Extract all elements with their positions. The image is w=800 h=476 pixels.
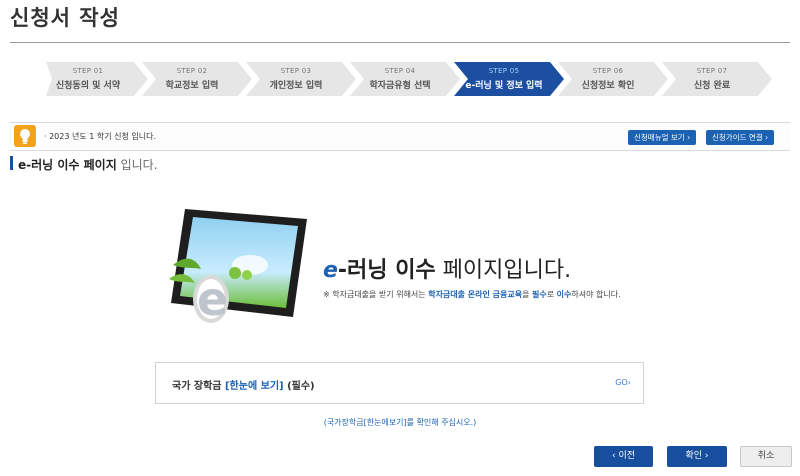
svg-text:e: e — [197, 272, 228, 326]
hero-title-bold: -러닝 이수 — [337, 258, 436, 283]
step-number: STEP 06 — [592, 67, 624, 75]
scholarship-link-text: [한눈에 보기] — [224, 381, 284, 392]
hero-sub-part: 필수 — [532, 290, 547, 299]
cancel-button[interactable]: 취소 — [740, 446, 792, 467]
step-number: STEP 03 — [280, 67, 312, 75]
page-title: 신청서 작성 — [10, 6, 120, 30]
step-label: 신청정보 확인 — [581, 81, 635, 91]
hero-subtitle: ※ 학자금대출을 받기 위해서는 학자금대출 온라인 금융교육을 필수로 이수하… — [323, 289, 621, 300]
scholarship-suffix: (필수) — [283, 381, 315, 392]
national-scholarship-link[interactable]: 국가 장학금 [한눈에 보기] (필수) GO› — [155, 362, 644, 404]
hero-sub-part: 로 — [546, 290, 557, 299]
step-number: STEP 07 — [696, 67, 728, 75]
step-5: STEP 05 e-러닝 및 정보 입력 — [454, 62, 564, 96]
hero-sub-part: 을 — [522, 290, 532, 299]
hero-sub-part: ※ 학자금대출을 받기 위해서는 — [323, 290, 429, 299]
go-link[interactable]: GO› — [615, 378, 631, 387]
hero-title-rest: 페이지입니다. — [435, 258, 572, 283]
step-7: STEP 07 신청 완료 — [662, 62, 772, 96]
hero-title-e: e — [323, 258, 338, 283]
step-number: STEP 02 — [176, 67, 208, 75]
hero-sub-part: 하셔야 합니다. — [571, 290, 621, 299]
scholarship-prefix: 국가 장학금 — [172, 381, 225, 392]
confirm-button[interactable]: 확인 › — [667, 446, 727, 467]
notice-text: · 2023 년도 1 학기 신청 입니다. — [44, 132, 157, 141]
step-4: STEP 04 학자금유형 선택 — [350, 62, 460, 96]
step-label: 학자금유형 선택 — [369, 81, 431, 91]
step-number: STEP 01 — [72, 67, 104, 75]
hero-sub-part: 이수 — [556, 290, 572, 299]
lightbulb-icon — [14, 125, 36, 147]
hero-title: e-러닝 이수 페이지입니다. — [323, 252, 571, 284]
section-rest: 입니다. — [116, 158, 158, 172]
step-number: STEP 05 — [488, 67, 520, 75]
scholarship-hint: (국가장학금[한눈에보기]를 확인해 주십시오.) — [323, 418, 477, 427]
section-text: e-러닝 이수 페이지 입니다. — [18, 156, 158, 173]
step-label: 신청동의 및 서약 — [55, 81, 121, 91]
hero-sub-part: 학자금대출 온라인 금융교육 — [428, 290, 523, 299]
step-label: 학교정보 입력 — [165, 81, 219, 91]
guide-button[interactable]: 신청가이드 연결 › — [706, 130, 775, 145]
step-progress: STEP 01 신청동의 및 서약 STEP 02 학교정보 입력 STEP 0… — [38, 62, 772, 96]
step-number: STEP 04 — [384, 67, 416, 75]
section-strong: e-러닝 이수 페이지 — [18, 158, 117, 172]
step-3: STEP 03 개인정보 입력 — [246, 62, 356, 96]
tablet-elearning-illustration: e — [169, 209, 307, 326]
step-1: STEP 01 신청동의 및 서약 — [38, 62, 148, 96]
step-label: 신청 완료 — [693, 81, 731, 91]
prev-button[interactable]: ‹ 이전 — [594, 446, 653, 467]
step-6: STEP 06 신청정보 확인 — [558, 62, 668, 96]
manual-button[interactable]: 신청매뉴얼 보기 › — [628, 130, 697, 145]
title-divider — [10, 42, 790, 43]
scholarship-text: 국가 장학금 [한눈에 보기] (필수) — [172, 377, 315, 392]
step-2: STEP 02 학교정보 입력 — [142, 62, 252, 96]
section-bar — [10, 156, 13, 170]
step-label: 개인정보 입력 — [269, 81, 323, 91]
notice-bar: · 2023 년도 1 학기 신청 입니다. 신청매뉴얼 보기 › 신청가이드 … — [10, 122, 790, 151]
step-label: e-러닝 및 정보 입력 — [465, 81, 543, 91]
